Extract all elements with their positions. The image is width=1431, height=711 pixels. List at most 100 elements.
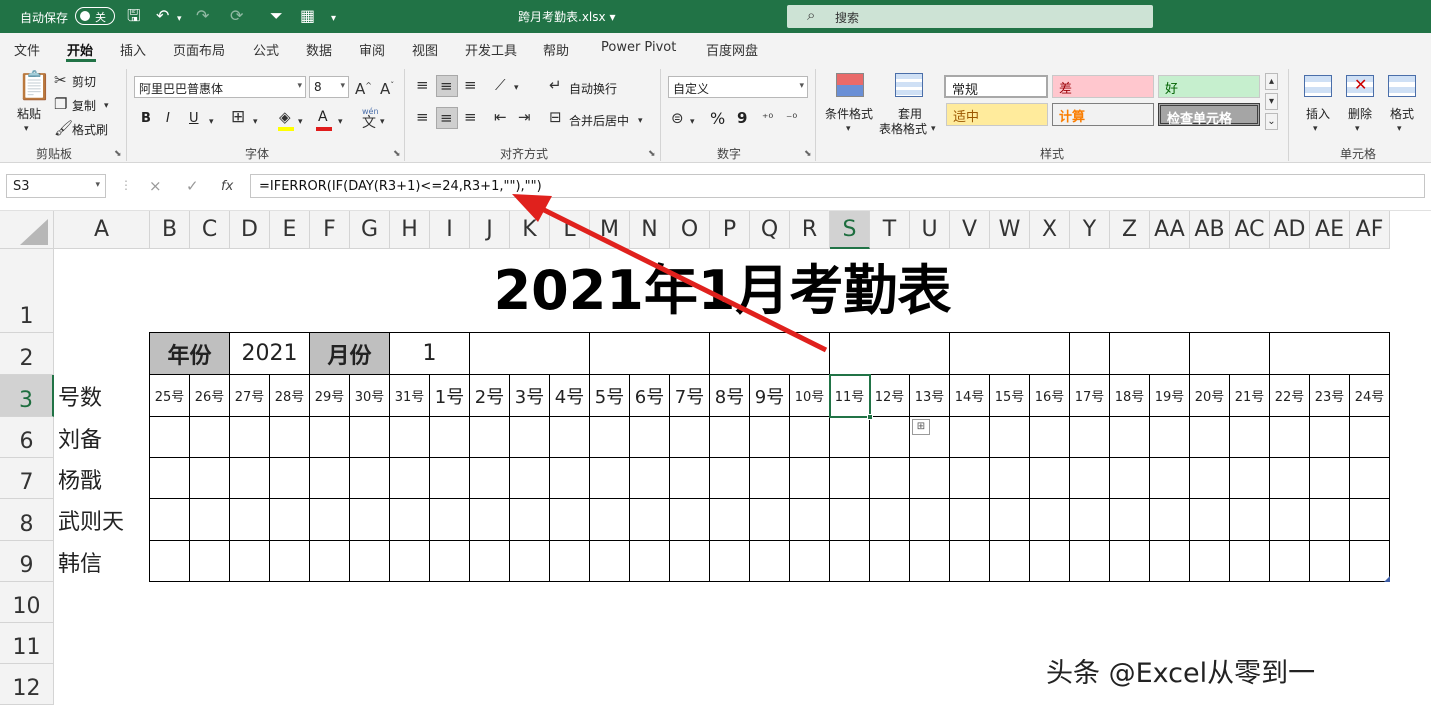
row-header-2[interactable]: 2: [0, 333, 54, 375]
style-bad[interactable]: 差: [1052, 75, 1154, 98]
attendance-cell[interactable]: [509, 416, 550, 458]
attendance-cell[interactable]: [469, 498, 510, 541]
attendance-cell[interactable]: [869, 416, 910, 458]
day-cell[interactable]: 16号: [1029, 374, 1070, 417]
attendance-cell[interactable]: [869, 540, 910, 582]
form-icon[interactable]: ▦: [300, 6, 315, 26]
attendance-cell[interactable]: [229, 457, 270, 499]
phonetic-dropdown-icon[interactable]: ▾: [380, 114, 385, 130]
table-resize-handle[interactable]: [1384, 576, 1390, 582]
font-grow-icon[interactable]: A^: [355, 78, 372, 97]
attendance-cell[interactable]: [589, 416, 630, 458]
attendance-cell[interactable]: [789, 498, 830, 541]
clipboard-launcher-icon[interactable]: ⬊: [114, 149, 122, 159]
attendance-cell[interactable]: [949, 498, 990, 541]
cut-label[interactable]: 剪切: [72, 73, 96, 90]
alignment-launcher-icon[interactable]: ⬊: [648, 149, 656, 159]
day-cell[interactable]: 20号: [1189, 374, 1230, 417]
attendance-cell[interactable]: [429, 498, 470, 541]
attendance-cell[interactable]: [1309, 416, 1350, 458]
attendance-cell[interactable]: [1229, 457, 1270, 499]
attendance-cell[interactable]: [349, 540, 390, 582]
column-header-e[interactable]: E: [270, 211, 310, 249]
attendance-cell[interactable]: [829, 457, 870, 499]
day-cell[interactable]: 19号: [1149, 374, 1190, 417]
attendance-cell[interactable]: [709, 540, 750, 582]
column-header-af[interactable]: AF: [1350, 211, 1390, 249]
day-cell[interactable]: 3号: [509, 374, 550, 417]
attendance-cell[interactable]: [669, 540, 710, 582]
attendance-cell[interactable]: [1189, 457, 1230, 499]
attendance-cell[interactable]: [1349, 498, 1390, 541]
align-bottom-icon[interactable]: ≡: [464, 77, 477, 93]
attendance-cell[interactable]: [869, 498, 910, 541]
attendance-cell[interactable]: [749, 498, 790, 541]
day-header-label[interactable]: 号数: [54, 375, 150, 417]
attendance-cell[interactable]: [869, 457, 910, 499]
merge-center-label[interactable]: 合并后居中: [569, 112, 629, 129]
column-header-x[interactable]: X: [1030, 211, 1070, 249]
attendance-cell[interactable]: [749, 540, 790, 582]
phonetic-guide-icon[interactable]: 文: [362, 115, 376, 131]
attendance-cell[interactable]: [349, 416, 390, 458]
column-header-u[interactable]: U: [910, 211, 950, 249]
attendance-cell[interactable]: [1029, 416, 1070, 458]
attendance-cell[interactable]: [1069, 498, 1110, 541]
attendance-cell[interactable]: [1149, 457, 1190, 499]
attendance-cell[interactable]: [629, 498, 670, 541]
attendance-cell[interactable]: [909, 498, 950, 541]
align-top-icon[interactable]: ≡: [416, 77, 429, 93]
increase-indent-icon[interactable]: ⇥: [518, 109, 531, 125]
attendance-cell[interactable]: [589, 540, 630, 582]
font-size-combo[interactable]: 8 ▾: [309, 76, 349, 98]
tab-power-pivot[interactable]: Power Pivot: [601, 40, 676, 55]
day-cell[interactable]: 7号: [669, 374, 710, 417]
delete-dropdown-icon[interactable]: ▾: [1355, 121, 1360, 137]
day-cell[interactable]: 8号: [709, 374, 750, 417]
column-header-ae[interactable]: AE: [1310, 211, 1350, 249]
format-as-table-dropdown-icon[interactable]: ▾: [931, 121, 936, 137]
fill-handle[interactable]: [867, 414, 873, 420]
number-launcher-icon[interactable]: ⬊: [804, 149, 812, 159]
attendance-cell[interactable]: [1269, 457, 1310, 499]
employee-name-cell[interactable]: 武则天: [54, 499, 150, 541]
day-cell[interactable]: 27号: [229, 374, 270, 417]
attendance-cell[interactable]: [1069, 540, 1110, 582]
increase-decimal-icon[interactable]: ⁺⁰: [762, 110, 773, 126]
insert-cells-icon[interactable]: [1304, 75, 1332, 97]
align-center-button[interactable]: ≡: [436, 107, 458, 129]
paste-label[interactable]: 粘贴: [17, 105, 41, 122]
day-cell[interactable]: 12号: [869, 374, 910, 417]
merge-center-icon[interactable]: ⊟: [549, 109, 562, 125]
conditional-format-dropdown-icon[interactable]: ▾: [846, 121, 851, 137]
attendance-cell[interactable]: [389, 498, 430, 541]
save-icon[interactable]: 🖫: [127, 6, 141, 26]
merge-dropdown-icon[interactable]: ▾: [638, 113, 643, 129]
year-label-cell[interactable]: 年份: [149, 332, 230, 375]
attendance-cell[interactable]: [989, 457, 1030, 499]
format-as-table-icon[interactable]: [895, 73, 923, 97]
sheet-title[interactable]: 2021年1月考勤表: [54, 249, 1391, 333]
header-blank-cell[interactable]: [1269, 332, 1390, 375]
attendance-cell[interactable]: [509, 498, 550, 541]
file-name[interactable]: 跨月考勤表.xlsx ▾: [518, 8, 615, 25]
attendance-cell[interactable]: [989, 498, 1030, 541]
attendance-cell[interactable]: [429, 416, 470, 458]
column-header-r[interactable]: R: [790, 211, 830, 249]
style-neutral[interactable]: 适中: [946, 103, 1048, 126]
redo-icon[interactable]: ↷: [196, 6, 209, 26]
attendance-cell[interactable]: [1109, 457, 1150, 499]
attendance-cell[interactable]: [309, 416, 350, 458]
attendance-cell[interactable]: [309, 457, 350, 499]
attendance-cell[interactable]: [429, 540, 470, 582]
attendance-cell[interactable]: [909, 540, 950, 582]
tab-home[interactable]: 开始: [67, 40, 93, 59]
column-header-a[interactable]: A: [54, 211, 150, 249]
attendance-cell[interactable]: [1069, 416, 1110, 458]
column-header-f[interactable]: F: [310, 211, 350, 249]
undo-dropdown-icon[interactable]: ▾: [177, 9, 182, 29]
attendance-cell[interactable]: [1229, 540, 1270, 582]
day-cell[interactable]: 25号: [149, 374, 190, 417]
attendance-cell[interactable]: [1109, 540, 1150, 582]
day-cell[interactable]: 23号: [1309, 374, 1350, 417]
